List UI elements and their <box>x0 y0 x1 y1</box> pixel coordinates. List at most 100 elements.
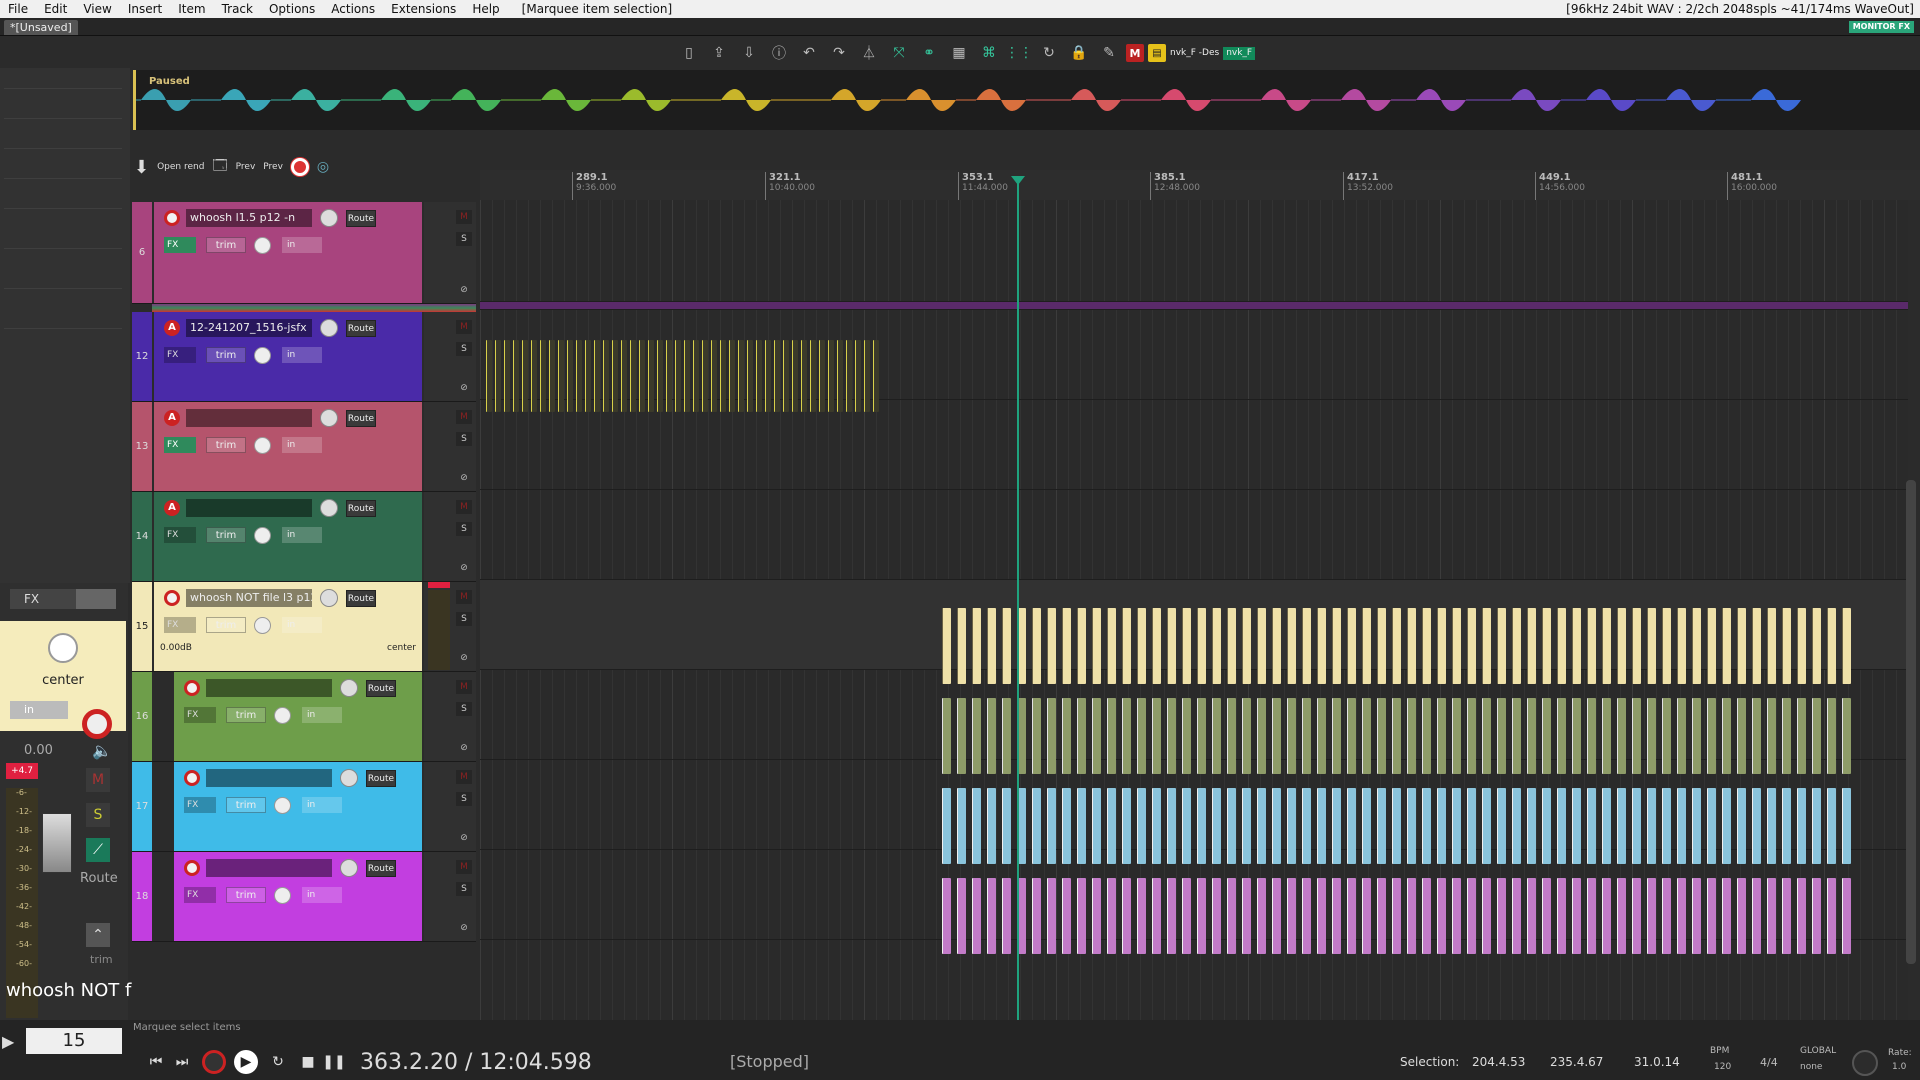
volume-knob[interactable] <box>320 409 338 427</box>
media-item[interactable] <box>1167 608 1176 684</box>
media-item[interactable] <box>1782 608 1791 684</box>
media-item[interactable] <box>1707 698 1716 774</box>
route-button[interactable]: Route <box>366 860 396 877</box>
route-button[interactable]: Route <box>346 210 376 227</box>
media-item[interactable] <box>1587 878 1596 954</box>
trim-button[interactable]: trim <box>206 617 246 633</box>
media-item[interactable] <box>1302 698 1311 774</box>
project-settings-icon[interactable]: ⓘ <box>766 41 792 65</box>
media-item[interactable] <box>1242 788 1251 864</box>
media-item[interactable] <box>1347 878 1356 954</box>
playhead-cursor[interactable] <box>1011 176 1025 1020</box>
media-item[interactable] <box>1692 878 1701 954</box>
media-item[interactable] <box>1767 608 1776 684</box>
lock-icon[interactable]: 🔒 <box>1066 41 1092 65</box>
media-item[interactable] <box>1422 608 1431 684</box>
media-item[interactable] <box>1137 878 1146 954</box>
media-item[interactable] <box>1212 698 1221 774</box>
project-tab[interactable]: *[Unsaved] <box>4 20 78 35</box>
media-item[interactable] <box>1272 788 1281 864</box>
media-item[interactable] <box>1437 878 1446 954</box>
phase-icon[interactable]: ⊘ <box>456 741 472 755</box>
media-item[interactable] <box>1137 698 1146 774</box>
phase-icon[interactable]: ⊘ <box>456 381 472 395</box>
media-item[interactable] <box>1617 878 1626 954</box>
mute-button[interactable]: M <box>456 500 472 514</box>
media-item[interactable] <box>1812 788 1821 864</box>
media-item[interactable] <box>567 340 573 412</box>
media-item[interactable] <box>987 788 996 864</box>
input-select[interactable]: in <box>10 701 68 719</box>
media-item[interactable] <box>942 788 951 864</box>
input-button[interactable]: in <box>302 707 342 723</box>
media-item[interactable] <box>684 340 690 412</box>
track-lane-14[interactable] <box>480 490 1908 580</box>
media-item[interactable] <box>1527 878 1536 954</box>
media-item[interactable] <box>1362 698 1371 774</box>
media-item[interactable] <box>1842 878 1851 954</box>
selection-start[interactable]: 204.4.53 <box>1472 1055 1525 1069</box>
media-item[interactable] <box>1737 698 1746 774</box>
track-name-field[interactable]: whoosh l1.5 p12 -n <box>186 209 312 227</box>
media-item[interactable] <box>837 340 843 412</box>
media-item[interactable] <box>666 340 672 412</box>
media-item[interactable] <box>1347 788 1356 864</box>
input-button[interactable]: in <box>302 797 342 813</box>
media-item[interactable] <box>1677 878 1686 954</box>
media-item[interactable] <box>1227 608 1236 684</box>
volume-fader[interactable] <box>42 813 72 873</box>
media-item[interactable] <box>792 340 798 412</box>
media-item[interactable] <box>711 340 717 412</box>
speaker-icon[interactable]: 🔈 <box>92 741 112 760</box>
media-item[interactable] <box>1047 878 1056 954</box>
nvk-des-button[interactable]: nvk_F -Des <box>1170 48 1219 58</box>
open-render-button[interactable]: Open rend <box>157 162 204 172</box>
track-header[interactable]: Route FX trim in <box>174 672 422 761</box>
redo-icon[interactable]: ↷ <box>826 41 852 65</box>
save-project-icon[interactable]: ⇩ <box>736 41 762 65</box>
media-item[interactable] <box>1272 698 1281 774</box>
media-item[interactable] <box>1242 608 1251 684</box>
media-item[interactable] <box>540 340 546 412</box>
media-item[interactable] <box>1767 788 1776 864</box>
solo-button[interactable]: S <box>456 882 472 896</box>
transport-record-button[interactable] <box>202 1050 226 1074</box>
media-item[interactable] <box>522 340 528 412</box>
rate-knob[interactable] <box>1852 1050 1878 1076</box>
media-item[interactable] <box>1107 878 1116 954</box>
media-item[interactable] <box>1557 698 1566 774</box>
media-item[interactable] <box>1287 698 1296 774</box>
solo-button[interactable]: S <box>456 432 472 446</box>
media-item[interactable] <box>1572 698 1581 774</box>
record-arm-button[interactable] <box>164 210 180 226</box>
fx-bypass-icon[interactable] <box>76 589 116 609</box>
media-item[interactable] <box>1677 788 1686 864</box>
script-yellow-icon[interactable]: ▤ <box>1148 44 1166 62</box>
media-item[interactable] <box>1242 878 1251 954</box>
solo-button[interactable]: S <box>456 792 472 806</box>
media-item[interactable] <box>846 340 852 412</box>
media-items-track-17[interactable] <box>942 788 1852 864</box>
input-button[interactable]: in <box>282 617 322 633</box>
media-item[interactable] <box>1242 698 1251 774</box>
media-item[interactable] <box>1632 788 1641 864</box>
media-item[interactable] <box>1842 698 1851 774</box>
media-item[interactable] <box>1452 608 1461 684</box>
media-item[interactable] <box>1752 788 1761 864</box>
media-item[interactable] <box>1062 608 1071 684</box>
media-item[interactable] <box>1452 788 1461 864</box>
media-item[interactable] <box>1752 878 1761 954</box>
mute-button[interactable]: M <box>456 410 472 424</box>
track-number[interactable]: 14 <box>132 492 152 581</box>
track-6[interactable]: 6 whoosh l1.5 p12 -n Route FX trim in M S ⊘ <box>132 202 476 304</box>
media-item[interactable] <box>1347 698 1356 774</box>
track-lane-6[interactable] <box>480 200 1908 302</box>
menu-track[interactable]: Track <box>214 0 261 18</box>
media-item[interactable] <box>1197 608 1206 684</box>
phase-icon[interactable]: ⊘ <box>456 561 472 575</box>
track-lane-13[interactable] <box>480 400 1908 490</box>
record-arm-button[interactable] <box>184 860 200 876</box>
media-item[interactable] <box>1602 788 1611 864</box>
media-item[interactable] <box>1797 608 1806 684</box>
media-item[interactable] <box>1437 788 1446 864</box>
